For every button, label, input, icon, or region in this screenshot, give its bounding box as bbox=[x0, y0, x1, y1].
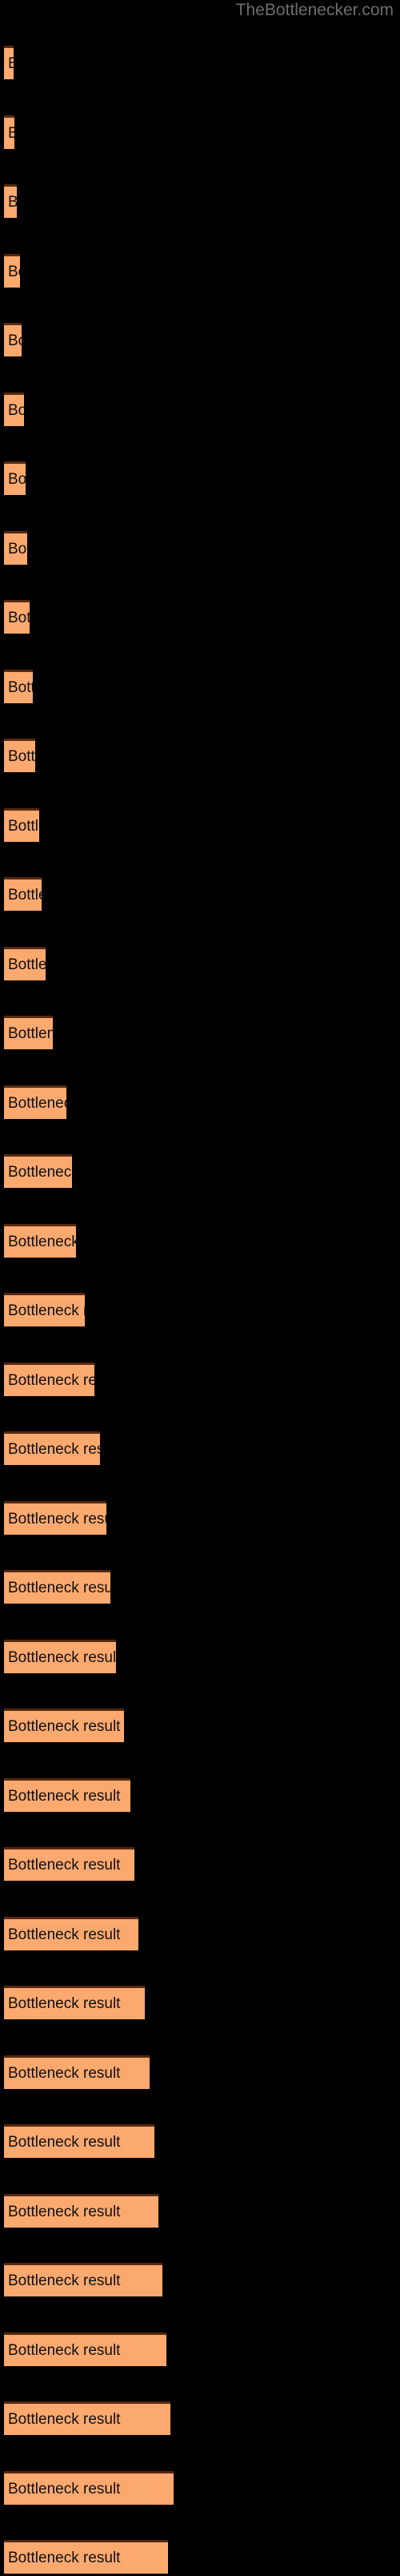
bar[interactable] bbox=[4, 1223, 76, 1258]
bar[interactable] bbox=[4, 2540, 168, 2574]
bar[interactable] bbox=[4, 1986, 145, 2019]
bar[interactable] bbox=[4, 253, 20, 288]
bar[interactable] bbox=[4, 1154, 72, 1188]
bar[interactable] bbox=[4, 600, 30, 634]
bar[interactable] bbox=[4, 2332, 166, 2366]
bar[interactable] bbox=[4, 1916, 138, 1950]
plot-area: Bottleneck resultBottleneck resultBottle… bbox=[0, 0, 400, 2574]
bar[interactable] bbox=[4, 1016, 53, 1049]
bar[interactable] bbox=[4, 323, 22, 356]
bottleneck-bar-chart: TheBottlenecker.com Bottleneck resultBot… bbox=[0, 0, 400, 2574]
bar[interactable] bbox=[4, 2470, 174, 2505]
bar[interactable] bbox=[4, 1639, 116, 1673]
bar[interactable] bbox=[4, 739, 35, 772]
bar[interactable] bbox=[4, 807, 39, 842]
bar[interactable] bbox=[4, 1570, 110, 1604]
bar[interactable] bbox=[4, 530, 27, 565]
bar[interactable] bbox=[4, 2193, 158, 2228]
bar[interactable] bbox=[4, 1293, 85, 1326]
bar[interactable] bbox=[4, 2263, 162, 2296]
bar[interactable] bbox=[4, 115, 14, 149]
bar[interactable] bbox=[4, 669, 33, 703]
bar[interactable] bbox=[4, 877, 42, 911]
bar[interactable] bbox=[4, 184, 17, 218]
bar[interactable] bbox=[4, 946, 46, 980]
bar[interactable] bbox=[4, 1777, 130, 1812]
bar[interactable] bbox=[4, 2124, 154, 2158]
bar[interactable] bbox=[4, 2401, 170, 2435]
bar[interactable] bbox=[4, 1362, 94, 1396]
bar[interactable] bbox=[4, 1709, 124, 1742]
bar[interactable] bbox=[4, 461, 26, 495]
bar[interactable] bbox=[4, 46, 14, 79]
bar[interactable] bbox=[4, 1847, 134, 1881]
bar[interactable] bbox=[4, 392, 24, 426]
bar[interactable] bbox=[4, 2055, 150, 2089]
bar[interactable] bbox=[4, 1500, 106, 1535]
bar[interactable] bbox=[4, 1085, 66, 1119]
bar[interactable] bbox=[4, 1431, 100, 1465]
